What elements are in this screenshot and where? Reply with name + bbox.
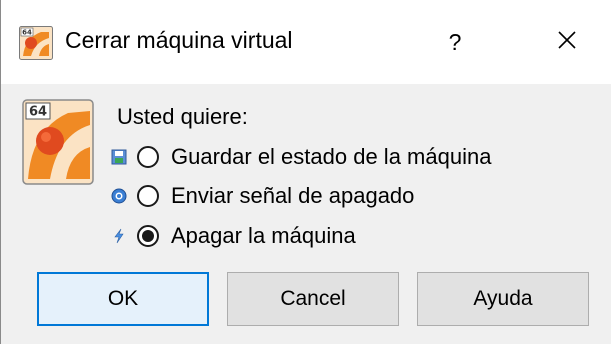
close-button[interactable] xyxy=(537,16,597,68)
option-label: Enviar señal de apagado xyxy=(171,183,415,208)
prompt-label: Usted quiere: xyxy=(117,104,248,129)
svg-text:64: 64 xyxy=(29,105,47,120)
title-bar: 64 Cerrar máquina virtual ? xyxy=(1,0,611,84)
option-power-off[interactable]: Apagar la máquina xyxy=(109,220,356,252)
radio-acpi-shutdown[interactable] xyxy=(137,185,159,207)
virtualbox-64-icon: 64 xyxy=(22,99,94,185)
option-label: Guardar el estado de la máquina xyxy=(171,144,492,169)
option-save-state[interactable]: Guardar el estado de la máquina xyxy=(109,141,491,173)
help-title-button[interactable]: ? xyxy=(427,16,483,68)
virtualbox-64-icon: 64 xyxy=(19,26,53,60)
save-state-icon xyxy=(109,147,129,167)
acpi-shutdown-icon xyxy=(109,186,129,206)
cancel-button[interactable]: Cancel xyxy=(227,272,399,326)
help-button[interactable]: Ayuda xyxy=(417,272,589,326)
close-icon xyxy=(557,30,577,55)
radio-save-state[interactable] xyxy=(137,146,159,168)
power-off-icon xyxy=(109,226,129,246)
option-acpi-shutdown[interactable]: Enviar señal de apagado xyxy=(109,180,414,212)
option-label: Apagar la máquina xyxy=(171,223,356,248)
ok-button[interactable]: OK xyxy=(37,272,209,326)
svg-text:64: 64 xyxy=(22,29,32,37)
window-title: Cerrar máquina virtual xyxy=(65,27,293,53)
radio-power-off[interactable] xyxy=(137,225,159,247)
dialog-window: 64 Cerrar máquina virtual ? 64 Usted qui… xyxy=(0,0,611,344)
